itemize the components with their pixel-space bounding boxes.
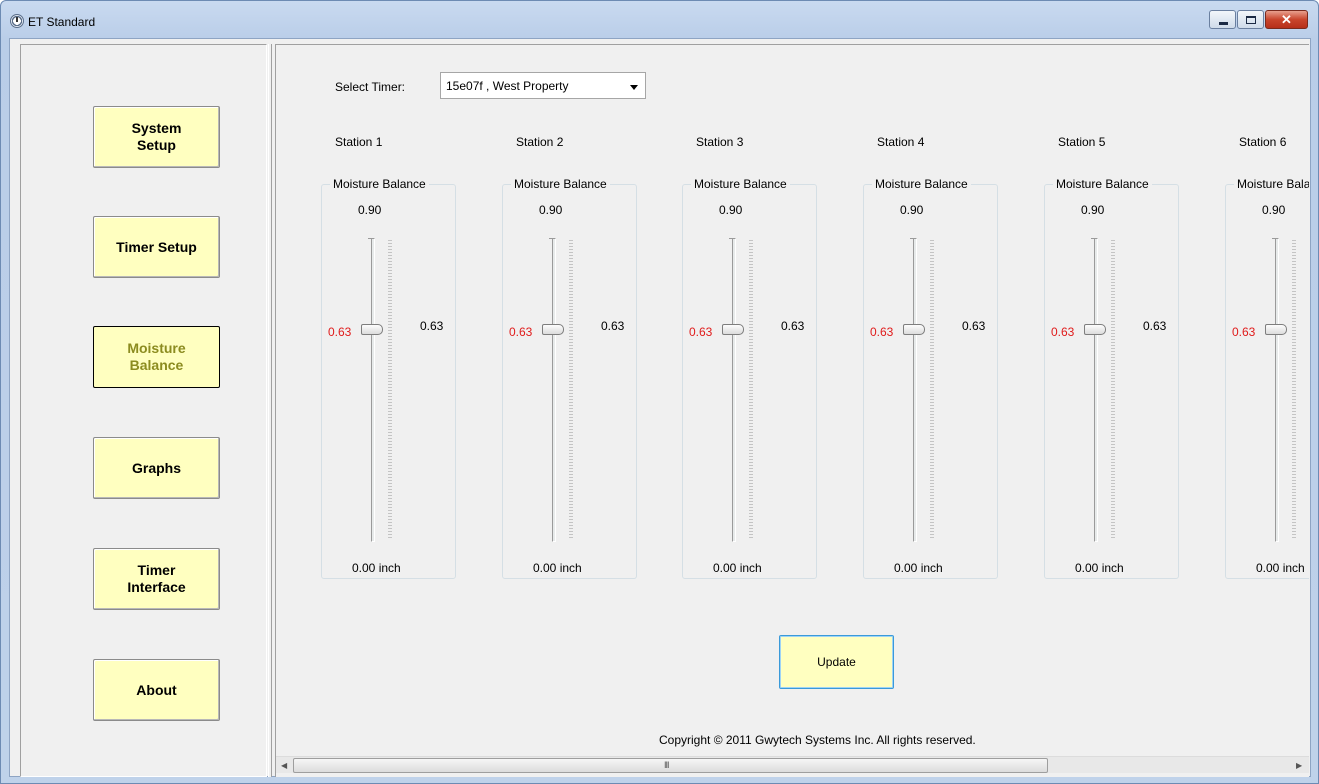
window-title: ET Standard (28, 15, 96, 29)
station-label: Station 5 (1058, 135, 1106, 149)
current-value: 0.63 (1051, 325, 1075, 339)
current-value: 0.63 (870, 325, 894, 339)
side-value: 0.63 (962, 319, 986, 333)
group-title: Moisture Balance (691, 177, 790, 191)
about-button[interactable]: About (93, 659, 220, 721)
side-value: 0.63 (1143, 319, 1167, 333)
select-timer-label: Select Timer: (335, 80, 406, 94)
system-setup-button[interactable]: System Setup (93, 106, 220, 168)
slider-thumb[interactable] (903, 324, 925, 335)
slider-track[interactable] (913, 238, 917, 542)
scroll-left-icon[interactable]: ◀ (281, 761, 287, 770)
slider-thumb[interactable] (542, 324, 564, 335)
close-button[interactable]: ✕ (1265, 10, 1308, 29)
moisture-balance-button[interactable]: Moisture Balance (93, 326, 220, 388)
moisture-balance-group: Moisture Balance 0.90 0.63 0.63 0.00 inch (321, 177, 456, 579)
station-6: Station 6 Moisture Balance 0.90 0.63 0.00 in… (1225, 135, 1309, 595)
dropdown-arrow-icon (630, 85, 638, 90)
current-value: 0.63 (1232, 325, 1256, 339)
slider-ticks (749, 240, 753, 540)
side-value: 0.63 (601, 319, 625, 333)
station-1: Station 1 Moisture Balance 0.90 0.63 0.63 0.0… (321, 135, 485, 595)
slider-track[interactable] (1275, 238, 1279, 542)
main-panel: Select Timer: 15e07f , West Property Sta… (275, 44, 1309, 777)
current-value: 0.63 (509, 325, 533, 339)
select-timer-dropdown[interactable]: 15e07f , West Property (440, 72, 646, 99)
slider-thumb[interactable] (722, 324, 744, 335)
window-controls: ✕ (1208, 10, 1308, 29)
slider-thumb[interactable] (1084, 324, 1106, 335)
station-label: Station 1 (335, 135, 383, 149)
station-5: Station 5 Moisture Balance 0.90 0.63 0.63 0.0… (1044, 135, 1208, 595)
group-title: Moisture Balance (1053, 177, 1152, 191)
station-label: Station 6 (1239, 135, 1287, 149)
slider-thumb[interactable] (1265, 324, 1287, 335)
select-timer-value: 15e07f , West Property (446, 79, 569, 93)
minimize-button[interactable] (1209, 10, 1236, 29)
max-value: 0.90 (539, 203, 563, 217)
scroll-thumb[interactable]: III (293, 758, 1048, 773)
graphs-button[interactable]: Graphs (93, 437, 220, 499)
timer-interface-button[interactable]: Timer Interface (93, 548, 220, 610)
slider-ticks (930, 240, 934, 540)
station-4: Station 4 Moisture Balance 0.90 0.63 0.63 0.0… (863, 135, 1027, 595)
max-value: 0.90 (1262, 203, 1286, 217)
client-area: System Setup Timer Setup Moisture Balanc… (9, 38, 1311, 777)
moisture-balance-group: Moisture Balance 0.90 0.63 0.63 0.00 inch (1044, 177, 1179, 579)
min-value: 0.00 inch (1256, 561, 1305, 575)
max-value: 0.90 (900, 203, 924, 217)
station-label: Station 3 (696, 135, 744, 149)
splitter[interactable] (268, 44, 272, 777)
moisture-balance-group: Moisture Balance 0.90 0.63 0.63 0.00 inch (863, 177, 998, 579)
station-label: Station 4 (877, 135, 925, 149)
current-value: 0.63 (328, 325, 352, 339)
min-value: 0.00 inch (352, 561, 401, 575)
scroll-right-icon[interactable]: ▶ (1296, 761, 1302, 770)
station-3: Station 3 Moisture Balance 0.90 0.63 0.63 0.0… (682, 135, 846, 595)
copyright-text: Copyright © 2011 Gwytech Systems Inc. Al… (659, 733, 976, 747)
group-title: Moisture Balance (330, 177, 429, 191)
slider-track[interactable] (371, 238, 375, 542)
slider-track[interactable] (552, 238, 556, 542)
station-label: Station 2 (516, 135, 564, 149)
slider-track[interactable] (1094, 238, 1098, 542)
update-button[interactable]: Update (779, 635, 894, 689)
moisture-balance-group: Moisture Balance 0.90 0.63 0.63 0.00 inch (682, 177, 817, 579)
title-bar[interactable]: ET Standard ✕ (1, 1, 1318, 37)
slider-ticks (569, 240, 573, 540)
side-value: 0.63 (781, 319, 805, 333)
max-value: 0.90 (719, 203, 743, 217)
maximize-button[interactable] (1237, 10, 1264, 29)
group-title: Moisture Balance (511, 177, 610, 191)
min-value: 0.00 inch (894, 561, 943, 575)
group-title: Moisture Balance (1234, 177, 1309, 191)
close-icon: ✕ (1281, 12, 1292, 27)
maximize-icon (1246, 16, 1256, 24)
max-value: 0.90 (1081, 203, 1105, 217)
clock-icon (10, 14, 24, 28)
min-value: 0.00 inch (713, 561, 762, 575)
moisture-balance-group: Moisture Balance 0.90 0.63 0.00 inch (1225, 177, 1309, 579)
slider-track[interactable] (732, 238, 736, 542)
side-value: 0.63 (420, 319, 444, 333)
slider-thumb[interactable] (361, 324, 383, 335)
min-value: 0.00 inch (1075, 561, 1124, 575)
timer-setup-button[interactable]: Timer Setup (93, 216, 220, 278)
scroll-grip: III (664, 760, 669, 770)
app-window: ET Standard ✕ System Setup Timer Setup M… (0, 0, 1319, 784)
group-title: Moisture Balance (872, 177, 971, 191)
min-value: 0.00 inch (533, 561, 582, 575)
current-value: 0.63 (689, 325, 713, 339)
slider-ticks (1292, 240, 1296, 540)
slider-ticks (388, 240, 392, 540)
station-2: Station 2 Moisture Balance 0.90 0.63 0.63 0.0… (502, 135, 666, 595)
moisture-balance-group: Moisture Balance 0.90 0.63 0.63 0.00 inch (502, 177, 637, 579)
horizontal-scrollbar[interactable]: ◀ III ▶ (276, 756, 1309, 773)
max-value: 0.90 (358, 203, 382, 217)
minimize-icon (1219, 22, 1228, 25)
sidebar: System Setup Timer Setup Moisture Balanc… (20, 44, 267, 777)
slider-ticks (1111, 240, 1115, 540)
